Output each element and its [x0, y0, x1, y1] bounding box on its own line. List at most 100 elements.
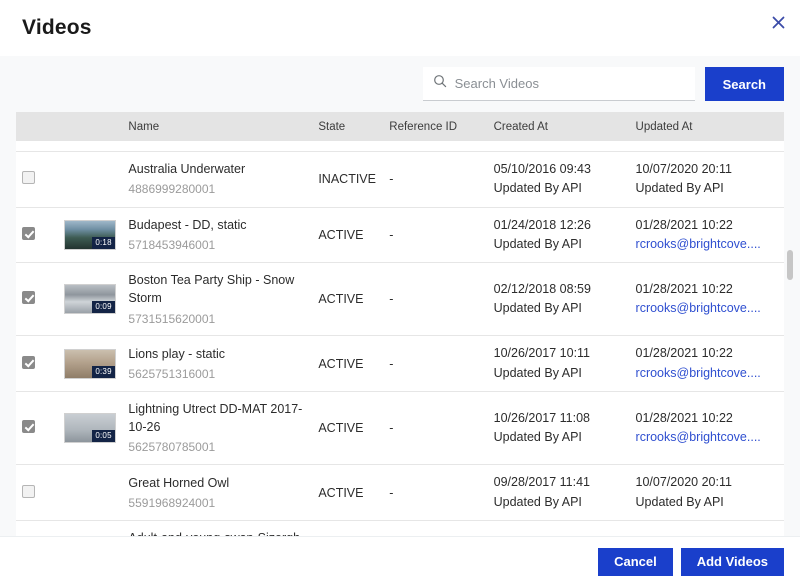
row-thumbnail-cell [58, 141, 123, 151]
column-header-updated-at: Updated At [630, 112, 784, 141]
row-state-cell: ACTIVE [312, 263, 383, 336]
modal-body: Search Name State Reference ID Created A… [0, 56, 800, 536]
table-row[interactable]: 3851389913001ACTIVE-Updated By APIUpdate… [16, 141, 784, 151]
close-icon[interactable] [766, 10, 790, 34]
row-state-cell: ACTIVE [312, 520, 383, 536]
row-name-cell: Lightning Utrect DD-MAT 2017-10-26 562578… [122, 392, 312, 465]
updated-by: Updated By API [636, 179, 778, 198]
created-by: Updated By API [494, 364, 624, 383]
row-created-at-cell: 01/24/2018 12:26Updated By API [488, 207, 630, 263]
row-select-cell [16, 392, 58, 465]
updated-at-date: 10/07/2020 20:11 [636, 160, 778, 179]
row-checkbox[interactable] [22, 356, 35, 369]
row-thumbnail-cell: 0:05 [58, 392, 123, 465]
row-reference-id-cell: - [383, 151, 487, 207]
row-created-at-cell: 02/12/2018 08:59Updated By API [488, 263, 630, 336]
videos-modal: Videos Search [0, 0, 800, 586]
row-state-cell: ACTIVE [312, 336, 383, 392]
video-id: 5625780785001 [128, 439, 306, 456]
updated-by[interactable]: rcrooks@brightcove.... [636, 299, 778, 318]
video-duration: 0:18 [92, 237, 114, 249]
row-checkbox[interactable] [22, 485, 35, 498]
row-reference-id-cell: - [383, 141, 487, 151]
row-state-cell: INACTIVE [312, 151, 383, 207]
videos-scroll-region[interactable]: 3851389913001ACTIVE-Updated By APIUpdate… [16, 141, 784, 536]
created-by: Updated By API [494, 235, 624, 254]
video-name: Australia Underwater [128, 160, 306, 178]
row-select-cell [16, 141, 58, 151]
status-badge: ACTIVE [318, 357, 363, 371]
row-reference-id-cell: - [383, 336, 487, 392]
row-checkbox[interactable] [22, 420, 35, 433]
row-thumbnail-cell: 0:09 [58, 263, 123, 336]
search-input[interactable] [455, 67, 685, 100]
row-reference-id-cell: - [383, 520, 487, 536]
table-scrollbar[interactable] [786, 140, 794, 536]
search-bar: Search [0, 56, 800, 112]
row-name-cell: Lions play - static 5625751316001 [122, 336, 312, 392]
search-button[interactable]: Search [705, 67, 784, 101]
video-thumbnail[interactable]: 0:39 [64, 349, 116, 379]
row-select-cell [16, 151, 58, 207]
video-duration: 0:09 [92, 301, 114, 313]
column-header-name: Name [122, 112, 312, 141]
table-row[interactable]: Australia Underwater4886999280001INACTIV… [16, 151, 784, 207]
created-at-date: 01/24/2018 12:26 [494, 216, 624, 235]
row-select-cell [16, 520, 58, 536]
updated-by[interactable]: rcrooks@brightcove.... [636, 428, 778, 447]
video-id: 5625751316001 [128, 366, 306, 383]
video-id: 5731515620001 [128, 311, 306, 328]
row-name-cell: 3851389913001 [122, 141, 312, 151]
video-name: Lions play - static [128, 345, 306, 363]
search-field[interactable] [423, 67, 695, 101]
table-row[interactable]: 0:05 Lightning Utrect DD-MAT 2017-10-26 56… [16, 392, 784, 465]
updated-by: Updated By API [636, 493, 778, 512]
modal-footer: Cancel Add Videos [0, 536, 800, 586]
created-by: Updated By API [494, 493, 624, 512]
reference-id-value: - [389, 486, 393, 500]
video-thumbnail[interactable]: 0:18 [64, 220, 116, 250]
video-name: Lightning Utrect DD-MAT 2017-10-26 [128, 400, 306, 436]
status-badge: ACTIVE [318, 228, 363, 242]
reference-id-value: - [389, 172, 393, 186]
table-row[interactable]: Great Horned Owl 5591968924001 ACTIVE- 09/2… [16, 465, 784, 521]
updated-at-date: 10/07/2020 20:11 [636, 473, 778, 492]
video-name: Great Horned Owl [128, 474, 306, 492]
table-row[interactable]: 0:18Budapest - DD, static5718453946001AC… [16, 207, 784, 263]
video-id: 5591968924001 [128, 495, 306, 512]
updated-at-date: 01/28/2021 10:22 [636, 344, 778, 363]
row-checkbox[interactable] [22, 227, 35, 240]
table-row[interactable]: 0:39 Lions play - static 5625751316001 ACTI… [16, 336, 784, 392]
updated-by[interactable]: rcrooks@brightcove.... [636, 364, 778, 383]
row-thumbnail-cell: 0:39 [58, 336, 123, 392]
add-videos-button[interactable]: Add Videos [681, 548, 784, 576]
video-duration: 0:05 [92, 430, 114, 442]
row-state-cell: ACTIVE [312, 465, 383, 521]
table-row[interactable]: 0:16Adult-and-young-swan-Sizergh-Castle-… [16, 520, 784, 536]
row-reference-id-cell: - [383, 465, 487, 521]
created-at-date: 09/28/2017 11:41 [494, 473, 624, 492]
table-row[interactable]: 0:09Boston Tea Party Ship - Snow Storm57… [16, 263, 784, 336]
row-created-at-cell: 10/26/2017 10:11Updated By API [488, 336, 630, 392]
column-header-state: State [312, 112, 383, 141]
created-at-date: 05/10/2016 09:43 [494, 160, 624, 179]
status-badge: ACTIVE [318, 421, 363, 435]
created-by: Updated By API [494, 428, 624, 447]
row-updated-at-cell: 10/07/2020 20:11Updated By API [630, 151, 784, 207]
updated-by[interactable]: rcrooks@brightcove.... [636, 235, 778, 254]
created-by: Updated By API [494, 179, 624, 198]
created-at-date: 02/12/2018 08:59 [494, 280, 624, 299]
row-name-cell: Adult-and-young-swan-Sizergh-Castle-Cumb… [122, 520, 312, 536]
column-header-select [16, 112, 58, 141]
video-thumbnail[interactable]: 0:05 [64, 413, 116, 443]
row-checkbox[interactable] [22, 291, 35, 304]
video-duration: 0:39 [92, 366, 114, 378]
video-thumbnail[interactable]: 0:09 [64, 284, 116, 314]
created-at-date: 10/26/2017 10:11 [494, 344, 624, 363]
row-select-cell [16, 336, 58, 392]
scrollbar-thumb[interactable] [787, 250, 793, 280]
cancel-button[interactable]: Cancel [598, 548, 673, 576]
row-updated-at-cell: 10/07/2020 20:11Updated By API [630, 465, 784, 521]
row-checkbox[interactable] [22, 171, 35, 184]
row-created-at-cell: 08/27/2017 11:33Updated By API [488, 520, 630, 536]
